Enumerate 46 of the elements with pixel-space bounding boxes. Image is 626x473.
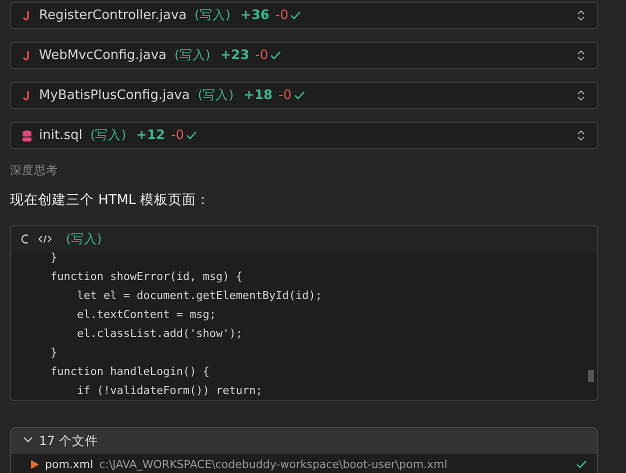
expand-collapse-icon xyxy=(577,49,585,62)
java-file-icon xyxy=(23,50,31,61)
write-status: (写入) xyxy=(174,47,210,64)
write-status: (写入) xyxy=(194,7,230,24)
file-path: c:\JAVA_WORKSPACE\codebuddy-workspace\boot-user\pom.xml xyxy=(99,458,448,470)
lines-removed: -0 xyxy=(255,48,268,63)
scrollbar-thumb[interactable] xyxy=(588,370,594,382)
file-change-card[interactable]: WebMvcConfig.java (写入) +23 -0 xyxy=(10,42,598,69)
code-line: function showError(id, msg) { xyxy=(49,269,244,285)
lines-added: +18 xyxy=(244,88,273,103)
file-icon xyxy=(31,460,39,468)
code-line: el.classList.add('show'); xyxy=(76,326,244,342)
code-line: } xyxy=(49,345,58,361)
java-file-icon xyxy=(23,10,31,21)
lines-removed: -0 xyxy=(171,128,184,143)
java-file-icon xyxy=(23,90,31,101)
file-count: 17 个文件 xyxy=(39,432,98,450)
code-line: } xyxy=(49,250,58,266)
expand-collapse-icon xyxy=(577,89,585,102)
database-icon xyxy=(22,130,32,142)
lines-added: +36 xyxy=(240,8,270,23)
file-row[interactable]: pom.xml c:\JAVA_WORKSPACE\codebuddy-workspace\boot-user\pom.xml xyxy=(11,454,597,473)
code-line: let el = document.getElementById(id); xyxy=(76,288,324,304)
code-icon xyxy=(38,234,52,244)
write-status: (写入) xyxy=(90,127,126,144)
file-change-card[interactable]: MyBatisPlusConfig.java (写入) +18 -0 xyxy=(10,82,598,109)
file-name: WebMvcConfig.java xyxy=(39,48,166,63)
write-status: (写入) xyxy=(66,230,102,248)
file-name: MyBatisPlusConfig.java xyxy=(39,88,190,103)
write-status: (写入) xyxy=(198,87,234,104)
expand-collapse-icon xyxy=(577,129,585,142)
code-line: if (!validateForm()) return; xyxy=(76,383,264,399)
message-text: 现在创建三个 HTML 模板页面： xyxy=(10,191,212,209)
lines-removed: -0 xyxy=(275,8,288,23)
lines-added: +23 xyxy=(220,48,250,63)
code-line: function handleLogin() { xyxy=(49,364,210,380)
file-name: pom.xml xyxy=(45,458,94,470)
file-name: RegisterController.java xyxy=(39,8,187,23)
code-line: el.textContent = msg; xyxy=(76,307,218,323)
expand-collapse-icon xyxy=(577,9,585,22)
thinking-label: 深度思考 xyxy=(10,163,59,179)
file-change-card[interactable]: RegisterController.java (写入) +36 -0 xyxy=(10,2,598,29)
lines-removed: -0 xyxy=(278,88,292,103)
lines-added: +12 xyxy=(136,128,166,143)
file-change-card[interactable]: init.sql (写入) +12 -0 xyxy=(10,122,598,149)
file-name: init.sql xyxy=(39,128,82,143)
